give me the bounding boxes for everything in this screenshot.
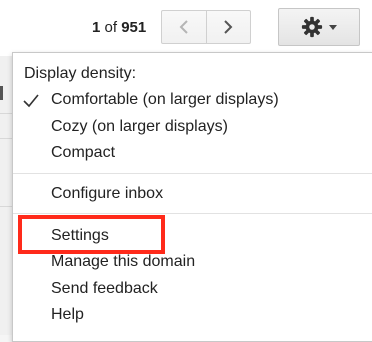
toolbar: 1 of 951 [0,0,372,56]
menu-item-comfortable[interactable]: Comfortable (on larger displays) [13,88,372,114]
settings-gear-button[interactable] [278,8,360,46]
menu-item-label: Compact [51,144,116,161]
gear-icon [301,16,323,38]
background-text-fragment [0,86,3,100]
pagination-total: 951 [121,19,147,36]
menu-divider [13,213,372,214]
older-button[interactable] [205,11,251,43]
menu-item-label: Settings [51,227,109,244]
chevron-right-icon [224,20,233,34]
menu-item-compact[interactable]: Compact [13,141,372,167]
chevron-left-icon [179,20,188,34]
menu-item-label: Help [51,306,84,323]
menu-item-settings[interactable]: Settings [13,224,372,250]
menu-item-manage-domain[interactable]: Manage this domain [13,250,372,276]
newer-button[interactable] [162,11,206,43]
menu-item-label: Cozy (on larger displays) [51,118,228,135]
menu-item-label: Comfortable (on larger displays) [51,91,279,108]
menu-item-help[interactable]: Help [13,303,372,329]
check-icon [23,94,39,108]
menu-item-configure-inbox[interactable]: Configure inbox [13,182,372,208]
menu-item-cozy[interactable]: Cozy (on larger displays) [13,115,372,141]
menu-item-label: Configure inbox [51,185,164,202]
display-density-heading: Display density: [24,65,137,82]
settings-dropdown-menu: Display density: Comfortable (on larger … [12,52,372,342]
pagination-nav [161,10,251,44]
menu-item-send-feedback[interactable]: Send feedback [13,277,372,303]
pagination-range: 1 [92,19,101,36]
menu-item-label: Send feedback [51,280,158,297]
menu-divider [13,173,372,174]
pagination-of-label: of [104,19,118,36]
menu-item-label: Manage this domain [51,253,196,270]
pagination-count: 1 of 951 [92,19,146,36]
caret-down-icon [329,24,337,30]
